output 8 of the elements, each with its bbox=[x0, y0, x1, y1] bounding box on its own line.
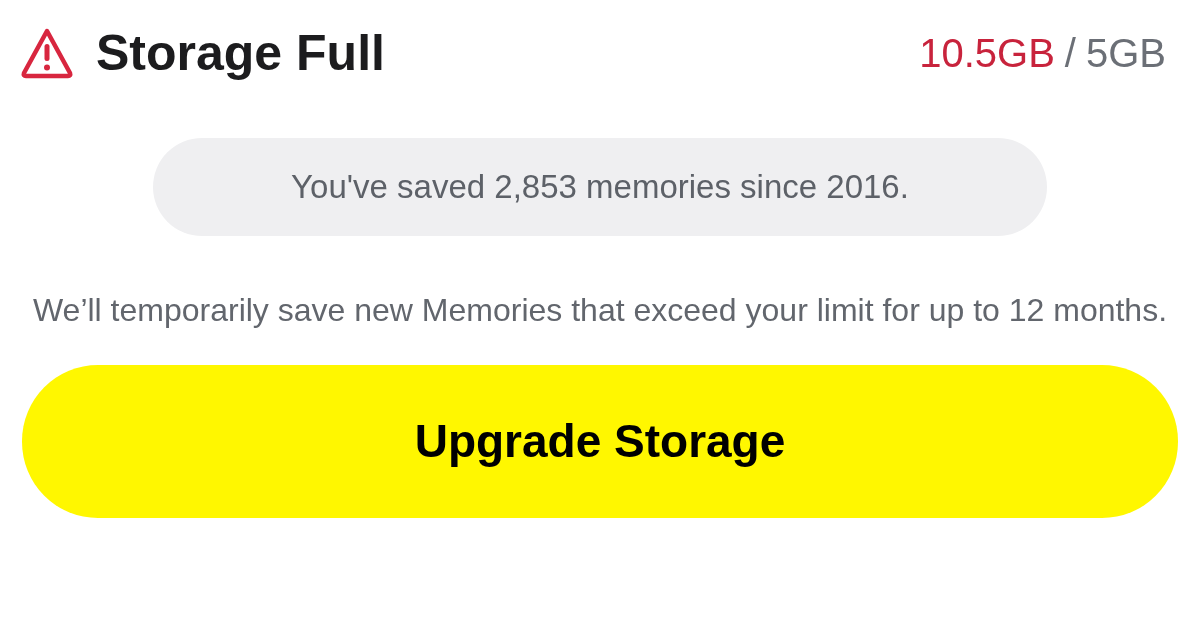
upgrade-storage-button[interactable]: Upgrade Storage bbox=[22, 365, 1178, 518]
used-storage: 10.5GB bbox=[919, 33, 1055, 73]
storage-limit: 5GB bbox=[1085, 33, 1166, 73]
separator: / bbox=[1064, 33, 1076, 73]
memories-summary: You've saved 2,853 memories since 2016. bbox=[153, 138, 1047, 236]
storage-notice: We’ll temporarily save new Memories that exceed your limit for up to 12 months. bbox=[31, 291, 1169, 330]
title: Storage Full bbox=[96, 28, 385, 78]
warning-icon bbox=[20, 26, 74, 80]
